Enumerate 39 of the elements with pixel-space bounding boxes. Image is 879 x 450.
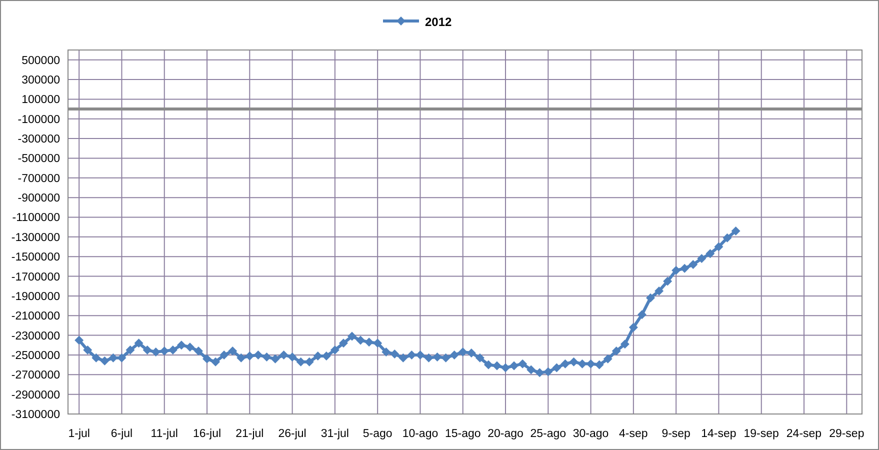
x-tick-label: 9-sep [662, 428, 690, 440]
x-tick-label: 1-jul [68, 428, 90, 440]
y-tick-label: -1100000 [12, 212, 60, 224]
x-tick-label: 4-sep [619, 428, 648, 440]
x-tick-label: 14-sep [701, 428, 736, 440]
x-tick-label: 30-ago [572, 428, 609, 440]
y-tick-label: -900000 [18, 192, 60, 205]
y-tick-label: -2900000 [11, 389, 60, 402]
x-tick-label: 5-ago [362, 428, 392, 440]
y-tick-label: -2500000 [11, 350, 60, 362]
y-tick-label: -1700000 [11, 271, 60, 284]
x-tick-label: 26-jul [278, 428, 306, 440]
x-tick-label: 6-jul [110, 428, 133, 440]
y-tick-label: -700000 [18, 172, 60, 185]
x-tick-label: 11-jul [150, 428, 178, 440]
y-tick-label: -300000 [18, 134, 60, 146]
x-tick-label: 24-sep [786, 428, 822, 440]
y-tick-label: -2300000 [11, 330, 60, 342]
x-tick-label: 15-ago [444, 428, 481, 440]
x-tick-label: 31-jul [320, 428, 349, 440]
y-tick-label: 100000 [22, 94, 60, 106]
y-tick-label: -500000 [18, 153, 60, 166]
y-tick-label: -2700000 [11, 370, 60, 382]
x-tick-label: 21-jul [236, 428, 264, 440]
x-tick-label: 20-ago [488, 428, 524, 440]
y-tick-label: -1300000 [11, 232, 60, 244]
y-tick-label: -1500000 [11, 252, 60, 264]
y-tick-label: -1900000 [11, 290, 60, 303]
x-tick-label: 16-jul [192, 428, 222, 440]
x-tick-label: 19-sep [744, 428, 779, 440]
x-tick-label: 10-ago [402, 428, 438, 440]
y-tick-label: -100000 [18, 114, 60, 126]
y-tick-label: 500000 [22, 54, 60, 67]
y-tick-label: -2100000 [11, 310, 60, 323]
y-tick-label: 300000 [22, 74, 60, 87]
y-tick-label: -3100000 [11, 409, 60, 421]
legend-label: 2012 [425, 15, 452, 29]
x-tick-label: 29-sep [829, 428, 864, 440]
x-tick-label: 25-ago [530, 428, 566, 440]
